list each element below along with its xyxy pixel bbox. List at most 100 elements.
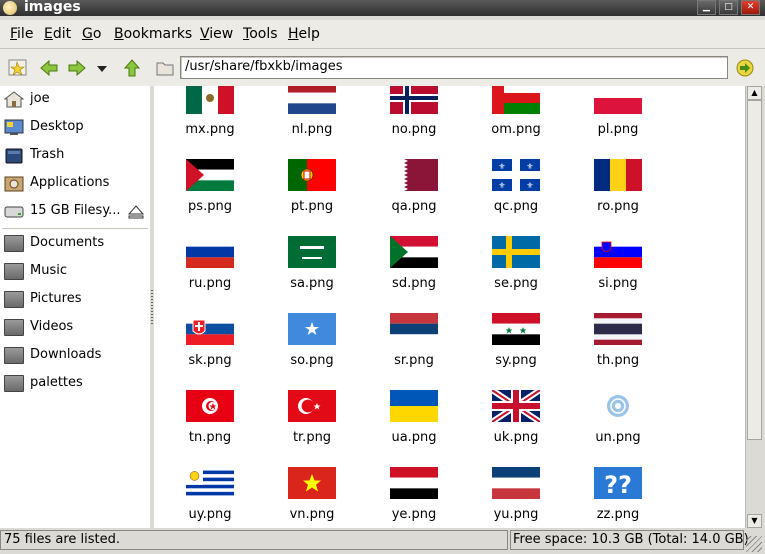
file-item[interactable]: ro.png bbox=[568, 154, 668, 231]
history-dropdown[interactable] bbox=[95, 58, 109, 78]
file-name: ru.png bbox=[188, 276, 232, 291]
file-name: om.png bbox=[491, 122, 541, 137]
sidebar-item-videos[interactable]: Videos bbox=[0, 314, 150, 342]
flag-sk-icon bbox=[186, 313, 234, 345]
sidebar-item-downloads[interactable]: Downloads bbox=[0, 342, 150, 370]
file-item[interactable]: un.png bbox=[568, 385, 668, 462]
file-item[interactable]: sr.png bbox=[364, 308, 464, 385]
flag-mx-icon bbox=[186, 86, 234, 114]
file-name: ro.png bbox=[597, 199, 639, 214]
sidebar-item-desktop[interactable]: Desktop bbox=[0, 114, 150, 142]
file-item[interactable]: si.png bbox=[568, 231, 668, 308]
flag-so-icon bbox=[288, 313, 336, 345]
file-item[interactable]: sk.png bbox=[160, 308, 260, 385]
folder-icon bbox=[156, 62, 174, 76]
sidebar-item-music[interactable]: Music bbox=[0, 258, 150, 286]
back-button[interactable] bbox=[39, 58, 59, 78]
flag-qa-icon bbox=[390, 159, 438, 191]
sidebar-item-label: joe bbox=[30, 91, 50, 106]
sidebar-item-trash[interactable]: Trash bbox=[0, 142, 150, 170]
file-name: th.png bbox=[596, 353, 640, 368]
file-item[interactable]: se.png bbox=[466, 231, 566, 308]
folder-icon bbox=[4, 291, 24, 308]
file-item[interactable]: qa.png bbox=[364, 154, 464, 231]
file-name: sy.png bbox=[495, 353, 537, 368]
go-button[interactable] bbox=[735, 58, 755, 78]
sidebar-item-home[interactable]: joe bbox=[0, 86, 150, 114]
flag-ye-icon bbox=[390, 467, 438, 499]
window-icon bbox=[3, 1, 17, 15]
file-item[interactable]: so.png bbox=[262, 308, 362, 385]
file-item[interactable]: ⚜ ⚜ ⚜ ⚜ qc.png bbox=[466, 154, 566, 231]
sidebar-item-pictures[interactable]: Pictures bbox=[0, 286, 150, 314]
minimize-button[interactable]: ▁ bbox=[697, 0, 716, 15]
file-item[interactable]: ?? zz.png bbox=[568, 462, 668, 528]
file-item[interactable]: ru.png bbox=[160, 231, 260, 308]
file-name: si.png bbox=[598, 276, 638, 291]
menu-go[interactable]: Go bbox=[82, 26, 101, 42]
trash-icon bbox=[5, 148, 23, 164]
sidebar-item-label: Desktop bbox=[30, 119, 84, 134]
go-arrow-icon bbox=[736, 59, 754, 77]
file-item[interactable]: uk.png bbox=[466, 385, 566, 462]
new-tab-button[interactable] bbox=[8, 58, 28, 78]
file-item[interactable]: uy.png bbox=[160, 462, 260, 528]
flag-tr-icon bbox=[288, 390, 336, 422]
file-item[interactable]: pt.png bbox=[262, 154, 362, 231]
scroll-down-button[interactable]: ▼ bbox=[747, 514, 762, 528]
file-name: tr.png bbox=[292, 430, 332, 445]
menu-edit[interactable]: Edit bbox=[44, 26, 71, 42]
menu-view[interactable]: View bbox=[200, 26, 233, 42]
menu-file[interactable]: File bbox=[10, 26, 33, 42]
flag-no-icon bbox=[390, 86, 438, 114]
file-item[interactable]: pl.png bbox=[568, 86, 668, 154]
menu-bookmarks[interactable]: Bookmarks bbox=[114, 26, 192, 42]
up-button[interactable] bbox=[122, 58, 142, 78]
file-name: so.png bbox=[290, 353, 334, 368]
close-button[interactable]: ✕ bbox=[741, 0, 760, 15]
file-name: un.png bbox=[595, 430, 641, 445]
file-item[interactable]: ua.png bbox=[364, 385, 464, 462]
sidebar-item-documents[interactable]: Documents bbox=[0, 230, 150, 258]
sidebar-item-applications[interactable]: Applications bbox=[0, 170, 150, 198]
splitter-grip[interactable] bbox=[151, 290, 153, 326]
file-item[interactable]: sa.png bbox=[262, 231, 362, 308]
file-item[interactable]: tn.png bbox=[160, 385, 260, 462]
file-item[interactable]: th.png bbox=[568, 308, 668, 385]
file-name: vn.png bbox=[289, 507, 335, 522]
eject-icon[interactable] bbox=[128, 205, 144, 219]
file-item[interactable]: tr.png bbox=[262, 385, 362, 462]
file-view[interactable]: mx.png nl.png no.png om.png pl.png ps.png pt.p… bbox=[154, 86, 745, 528]
back-arrow-icon bbox=[40, 59, 58, 77]
file-item[interactable]: no.png bbox=[364, 86, 464, 154]
sidebar-item-filesystem[interactable]: 15 GB Filesy... bbox=[0, 198, 150, 226]
file-item[interactable]: yu.png bbox=[466, 462, 566, 528]
file-item[interactable]: sy.png bbox=[466, 308, 566, 385]
vertical-scrollbar[interactable]: ▲ ▼ bbox=[745, 86, 764, 528]
location-toggle-button[interactable] bbox=[155, 58, 175, 78]
file-item[interactable]: om.png bbox=[466, 86, 566, 154]
sidebar-item-palettes[interactable]: palettes bbox=[0, 370, 150, 398]
resize-grip[interactable] bbox=[746, 536, 762, 552]
file-item[interactable]: ps.png bbox=[160, 154, 260, 231]
file-item[interactable]: sd.png bbox=[364, 231, 464, 308]
applications-icon bbox=[4, 176, 24, 192]
forward-button[interactable] bbox=[67, 58, 87, 78]
location-input[interactable]: /usr/share/fbxkb/images bbox=[180, 56, 728, 79]
sidebar-divider bbox=[2, 228, 148, 229]
file-item[interactable]: ye.png bbox=[364, 462, 464, 528]
file-name: sa.png bbox=[290, 276, 334, 291]
chevron-down-icon bbox=[97, 66, 107, 72]
file-item[interactable]: vn.png bbox=[262, 462, 362, 528]
scrollbar-thumb[interactable] bbox=[747, 100, 762, 440]
menu-tools[interactable]: Tools bbox=[243, 26, 278, 42]
status-file-count: 75 files are listed. bbox=[0, 530, 508, 550]
svg-text:⚜: ⚜ bbox=[498, 181, 505, 190]
scroll-up-button[interactable]: ▲ bbox=[747, 86, 762, 100]
file-item[interactable]: mx.png bbox=[160, 86, 260, 154]
file-item[interactable]: nl.png bbox=[262, 86, 362, 154]
maximize-button[interactable]: □ bbox=[719, 0, 738, 15]
up-arrow-icon bbox=[123, 59, 141, 77]
menu-help[interactable]: Help bbox=[288, 26, 320, 42]
flag-yu-icon bbox=[492, 467, 540, 499]
